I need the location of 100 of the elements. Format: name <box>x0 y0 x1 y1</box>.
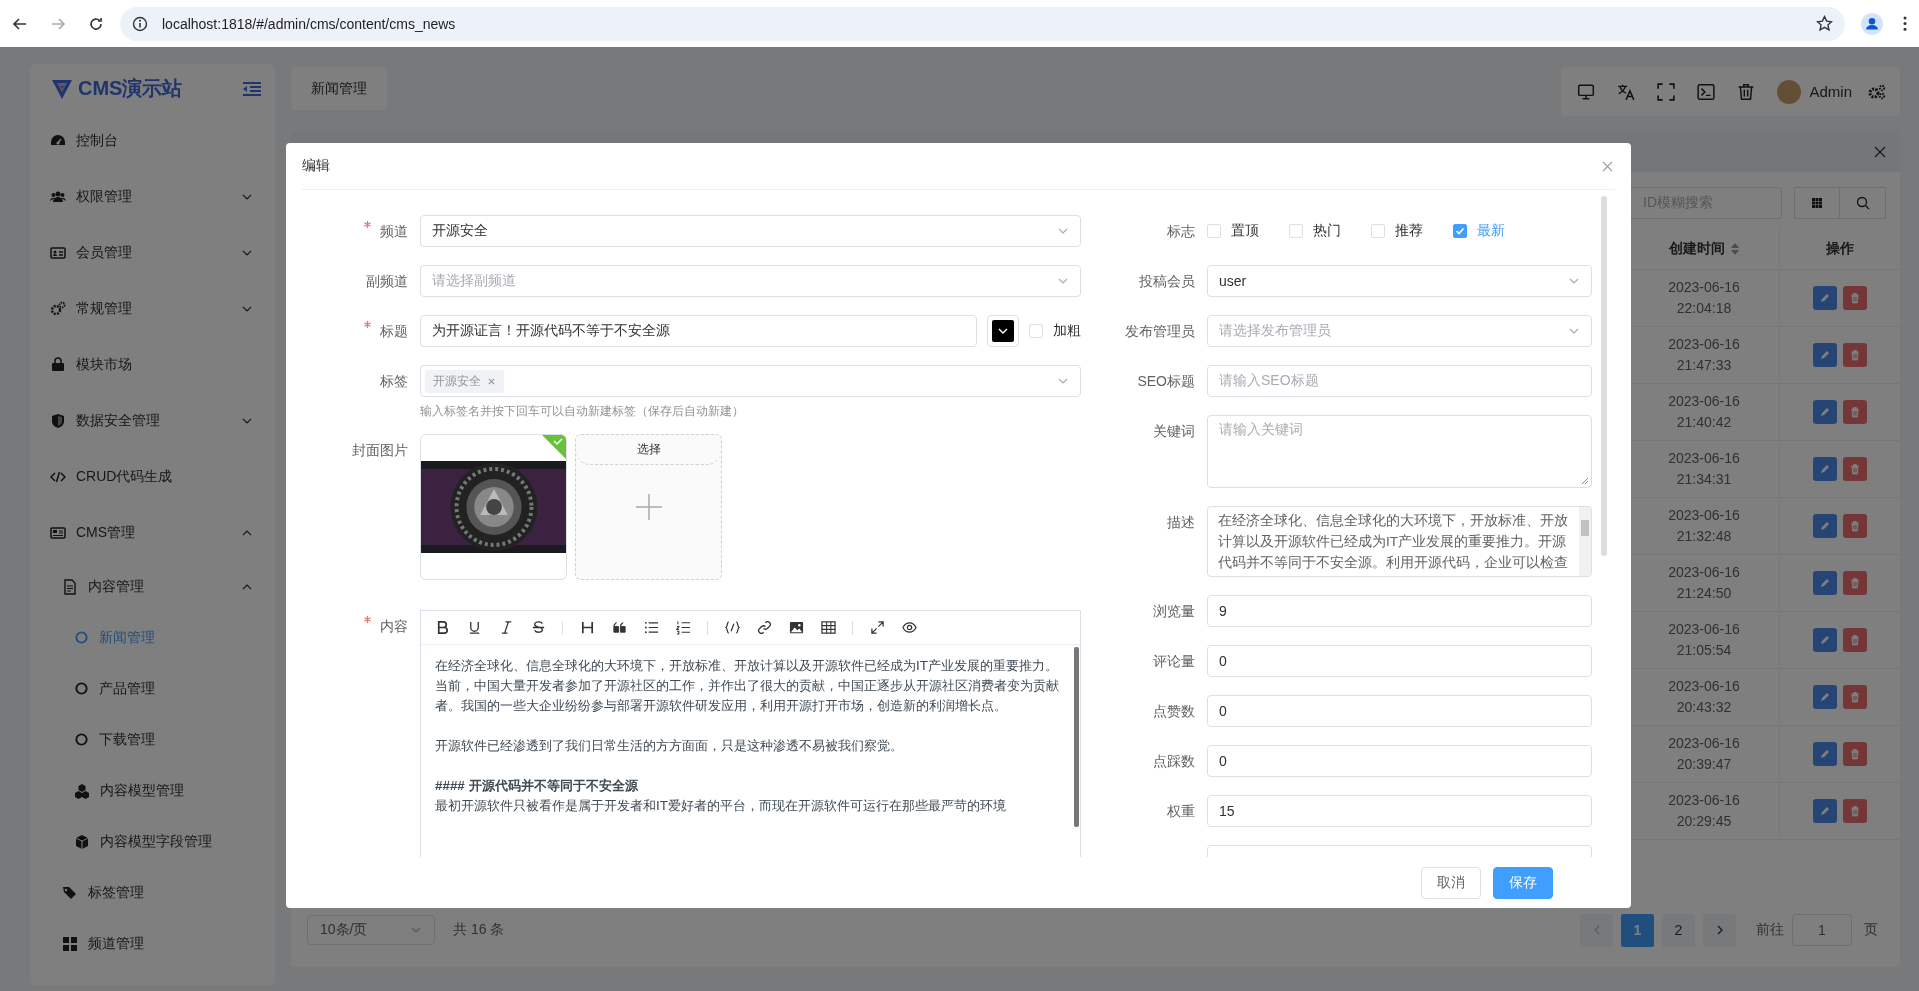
input-field[interactable]: 0 <box>1207 695 1592 727</box>
checkbox-label[interactable]: 最新 <box>1477 222 1505 240</box>
checkbox-label[interactable]: 热门 <box>1313 222 1341 240</box>
menu-item[interactable]: 权限管理 <box>30 169 275 225</box>
delete-button[interactable] <box>1843 286 1867 310</box>
menu-item[interactable]: 会员管理 <box>30 225 275 281</box>
menu-item[interactable]: 产品管理 <box>30 663 275 714</box>
checkbox-label[interactable]: 加粗 <box>1053 322 1081 340</box>
reload-icon[interactable] <box>88 15 104 32</box>
column-header[interactable]: 创建时间 <box>1669 240 1725 258</box>
pencil-icon <box>1819 748 1831 760</box>
delete-button[interactable] <box>1843 457 1867 481</box>
edit-button[interactable] <box>1813 742 1837 766</box>
edit-button[interactable] <box>1813 685 1837 709</box>
forward-icon[interactable] <box>50 15 66 32</box>
menu-item[interactable]: 内容管理 <box>30 561 275 612</box>
sort-icon[interactable] <box>1731 243 1739 255</box>
edit-button[interactable] <box>1813 400 1837 424</box>
menu-item[interactable]: 下载管理 <box>30 714 275 765</box>
tag-chip[interactable]: 开源安全 <box>425 369 504 393</box>
translate-icon[interactable] <box>1617 82 1636 101</box>
edit-button[interactable] <box>1813 799 1837 823</box>
pencil-icon <box>1819 406 1831 418</box>
scrollbar[interactable] <box>1601 196 1607 556</box>
menu-item[interactable]: 常规管理 <box>30 281 275 337</box>
cancel-button[interactable]: 取消 <box>1421 866 1481 899</box>
trash-icon[interactable] <box>1737 82 1756 101</box>
delete-button[interactable] <box>1843 571 1867 595</box>
page-button[interactable]: 2 <box>1662 913 1695 947</box>
edit-button[interactable] <box>1813 628 1837 652</box>
avatar[interactable] <box>1777 79 1802 104</box>
menu-item[interactable]: 数据安全管理 <box>30 393 275 449</box>
delete-button[interactable] <box>1843 343 1867 367</box>
close-icon[interactable] <box>1602 160 1613 172</box>
tag-select[interactable]: 开源安全 <box>420 365 1081 397</box>
title-input[interactable]: 为开源证言！开源代码不等于不安全源 <box>420 315 977 347</box>
scrollbar[interactable] <box>1579 507 1591 576</box>
tab[interactable]: 新闻管理 <box>291 67 387 110</box>
image-card[interactable] <box>420 434 567 580</box>
markdown-editor[interactable] <box>420 610 1081 857</box>
scrollbar[interactable] <box>1074 647 1079 827</box>
delete-button[interactable] <box>1843 514 1867 538</box>
textarea-field[interactable]: 在经济全球化、信息全球化的大环境下，开放标准、开放计算以及开源软件已经成为IT产业发展的重要推力。开源代码并不等同于不安全源。利用开源代码，企业可以检查 <box>1207 506 1592 577</box>
close-icon[interactable] <box>1874 146 1886 158</box>
paragraph: 开源软件已经渗透到了我们日常生活的方方面面，只是这种渗透不易被我们察觉。 <box>435 737 904 755</box>
delete-button[interactable] <box>1843 628 1867 652</box>
search-button[interactable] <box>1840 187 1886 219</box>
delete-button[interactable] <box>1843 685 1867 709</box>
choose-button[interactable]: 选择 <box>576 435 721 465</box>
select-field[interactable]: 开源安全 <box>420 215 1081 247</box>
menu-item[interactable]: 模块市场 <box>30 337 275 393</box>
edit-button[interactable] <box>1813 514 1837 538</box>
user-name[interactable]: Admin <box>1809 83 1852 100</box>
menu-item[interactable]: CRUD代码生成 <box>30 449 275 505</box>
input-field[interactable]: 请输入SEO标题 <box>1207 365 1592 397</box>
address-bar[interactable]: localhost:1818/#/admin/cms/content/cms_news <box>120 6 1845 41</box>
collapse-menu-icon[interactable] <box>243 81 261 96</box>
menu-item[interactable]: 控制台 <box>30 113 275 169</box>
input-field[interactable]: 0 <box>1207 745 1592 777</box>
delete-button[interactable] <box>1843 742 1867 766</box>
textarea-field[interactable]: 请输入关键词 <box>1207 415 1592 488</box>
checkbox-label[interactable]: 推荐 <box>1395 222 1423 240</box>
settings-icon[interactable] <box>1868 82 1886 101</box>
fullscreen-icon[interactable] <box>1657 82 1676 101</box>
checkbox-label[interactable]: 置顶 <box>1231 222 1259 240</box>
monitor-icon[interactable] <box>1577 82 1596 101</box>
profile-icon[interactable] <box>1861 12 1883 35</box>
column-toggle-button[interactable] <box>1794 187 1840 219</box>
page-size-select[interactable]: 10条/页 <box>307 915 435 945</box>
eye-icon <box>901 620 917 635</box>
bulleted-list-icon <box>643 620 659 635</box>
menu-icon[interactable] <box>1903 16 1907 31</box>
menu-item[interactable]: 内容模型管理 <box>30 765 275 816</box>
terminal-icon[interactable] <box>1697 82 1716 101</box>
next-page-button[interactable] <box>1703 913 1736 947</box>
edit-button[interactable] <box>1813 571 1837 595</box>
page-input[interactable]: 1 <box>1792 914 1852 946</box>
edit-button[interactable] <box>1813 286 1837 310</box>
edit-button[interactable] <box>1813 457 1837 481</box>
input-field[interactable]: 9 <box>1207 595 1592 627</box>
checkbox[interactable] <box>1453 224 1467 238</box>
select-field[interactable]: 请选择发布管理员 <box>1207 315 1592 347</box>
select-field[interactable]: user <box>1207 265 1592 297</box>
image-picker[interactable]: 选择 <box>575 434 722 580</box>
delete-button[interactable] <box>1843 400 1867 424</box>
star-icon[interactable] <box>1816 15 1833 32</box>
delete-button[interactable] <box>1843 799 1867 823</box>
back-icon[interactable] <box>12 15 28 32</box>
menu-item[interactable]: 频道管理 <box>30 918 275 969</box>
color-picker[interactable] <box>987 315 1019 347</box>
select-field[interactable]: 请选择副频道 <box>420 265 1081 297</box>
menu-item[interactable]: 内容模型字段管理 <box>30 816 275 867</box>
input-field[interactable]: 15 <box>1207 795 1592 827</box>
menu-item[interactable]: 标签管理 <box>30 867 275 918</box>
close-icon[interactable] <box>487 376 496 386</box>
menu-item[interactable]: CMS管理 <box>30 505 275 561</box>
save-button[interactable]: 保存 <box>1493 866 1553 899</box>
trash-icon <box>1849 634 1861 646</box>
edit-button[interactable] <box>1813 343 1837 367</box>
input-field[interactable]: 0 <box>1207 645 1592 677</box>
